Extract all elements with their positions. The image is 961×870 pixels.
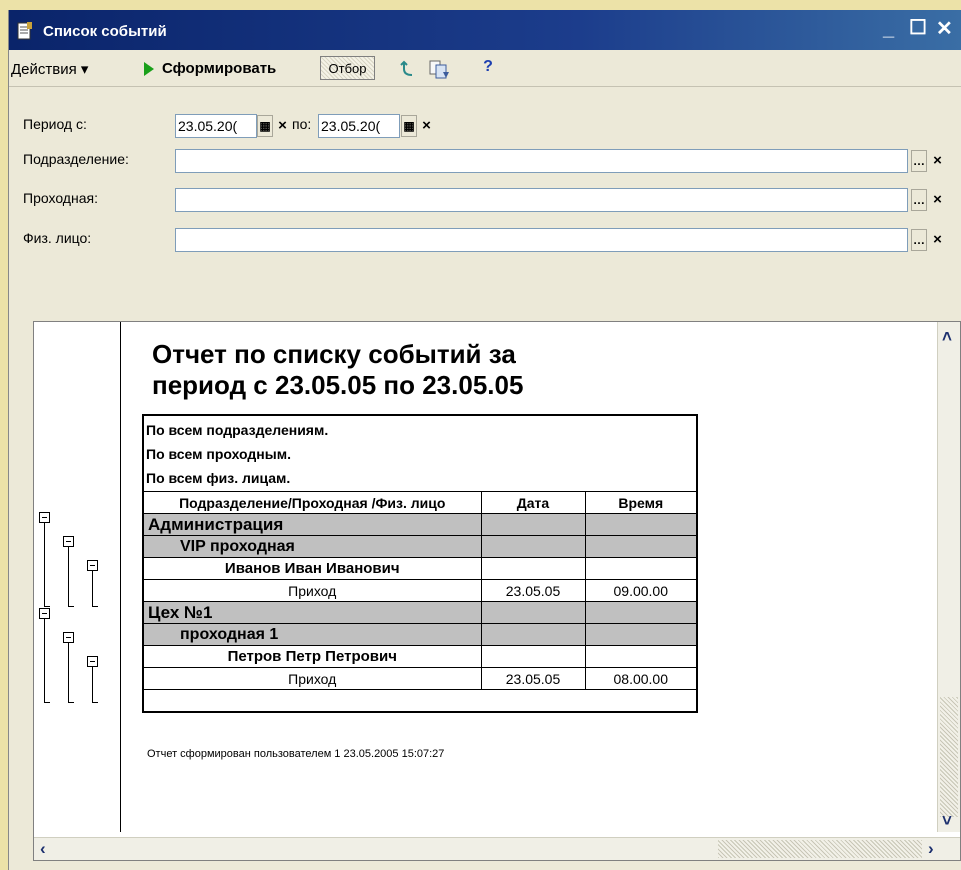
horizontal-scroll-thumb[interactable]	[718, 840, 922, 858]
info-line: По всем подразделениям.	[146, 422, 329, 438]
row-name: Приход	[142, 667, 482, 690]
horizontal-scrollbar[interactable]: ‹ ›	[34, 837, 960, 860]
report-title-line1: Отчет по списку событий за	[152, 339, 516, 369]
row-name: Администрация	[142, 513, 482, 536]
select-checkpoint-button[interactable]: …	[911, 189, 927, 211]
clear-period-from-icon[interactable]: ×	[275, 115, 290, 137]
scroll-left-icon[interactable]: ‹	[40, 840, 46, 858]
grouping-gutter	[34, 322, 121, 832]
period-from-input[interactable]: 23.05.20(	[175, 114, 257, 138]
department-input[interactable]	[175, 149, 908, 173]
row-time	[584, 601, 699, 624]
person-input[interactable]	[175, 228, 908, 252]
close-button[interactable]: ✕	[936, 19, 953, 39]
undo-arrow-icon[interactable]	[400, 60, 416, 78]
vertical-scrollbar[interactable]: ˄ ˅	[937, 322, 960, 832]
toolbar: Действия ▾ Сформировать Отбор ?	[9, 50, 961, 87]
report-title: Отчет по списку событий за период с 23.0…	[152, 339, 523, 401]
scroll-up-icon[interactable]: ˄	[942, 328, 952, 346]
report-footer: Отчет сформирован пользователем 1 23.05.…	[147, 748, 445, 760]
row-time	[584, 623, 699, 646]
row-time: 08.00.00	[584, 667, 699, 690]
collapse-group-icon[interactable]	[87, 560, 98, 571]
department-label: Подразделение:	[23, 151, 129, 167]
table-row[interactable]: Иванов Иван Иванович	[142, 557, 699, 580]
row-name: Иванов Иван Иванович	[142, 557, 482, 580]
row-time	[584, 645, 699, 668]
calendar-icon[interactable]: ▦	[401, 115, 417, 137]
checkpoint-label: Проходная:	[23, 190, 98, 206]
table-row[interactable]: проходная 1	[142, 623, 699, 646]
row-date	[480, 513, 586, 536]
collapse-group-icon[interactable]	[39, 512, 50, 523]
clear-period-to-icon[interactable]: ×	[419, 115, 434, 137]
checkpoint-input[interactable]	[175, 188, 908, 212]
row-date	[480, 557, 586, 580]
period-to-label: по:	[292, 116, 312, 132]
period-to-input[interactable]: 23.05.20(	[318, 114, 400, 138]
play-icon	[144, 62, 154, 76]
collapse-group-icon[interactable]	[63, 632, 74, 643]
window-title: Список событий	[43, 23, 167, 40]
actions-menu[interactable]: Действия ▾	[11, 60, 88, 78]
row-name: проходная 1	[142, 623, 482, 646]
row-time	[584, 557, 699, 580]
column-header: Подразделение/Проходная /Физ. лицо	[142, 491, 482, 514]
row-date	[480, 601, 586, 624]
clear-checkpoint-icon[interactable]: ×	[930, 189, 945, 211]
person-label: Физ. лицо:	[23, 230, 92, 246]
row-date	[480, 623, 586, 646]
info-line: По всем физ. лицам.	[146, 470, 291, 486]
column-header: Дата	[480, 491, 586, 514]
row-time	[584, 535, 699, 558]
minimize-button[interactable]: _	[883, 19, 894, 39]
select-department-button[interactable]: …	[911, 150, 927, 172]
table-row[interactable]: Цех №1	[142, 601, 699, 624]
report-title-line2: период с 23.05.05 по 23.05.05	[152, 370, 524, 400]
collapse-group-icon[interactable]	[39, 608, 50, 619]
generate-button[interactable]: Сформировать	[162, 60, 276, 77]
clear-person-icon[interactable]: ×	[930, 229, 945, 251]
table-row[interactable]: Приход 23.05.05 09.00.00	[142, 579, 699, 602]
row-date	[480, 645, 586, 668]
row-time: 09.00.00	[584, 579, 699, 602]
report-spreadsheet[interactable]: Отчет по списку событий за период с 23.0…	[33, 321, 961, 861]
table-row-empty	[141, 689, 699, 713]
document-icon	[17, 22, 32, 40]
row-date: 23.05.05	[480, 579, 586, 602]
info-line: По всем проходным.	[146, 446, 291, 462]
select-person-button[interactable]: …	[911, 229, 927, 251]
row-name: Петров Петр Петрович	[142, 645, 482, 668]
report-window: Список событий _ ☐ ✕ Действия ▾ Сформиро…	[8, 10, 961, 870]
column-header: Время	[584, 491, 699, 514]
info-block: По всем подразделениям. По всем проходны…	[141, 414, 699, 492]
filter-button[interactable]: Отбор	[320, 56, 375, 80]
row-date	[480, 535, 586, 558]
scroll-down-icon[interactable]: ˅	[942, 812, 952, 830]
table-header: Подразделение/Проходная /Физ. лицо Дата …	[142, 491, 699, 514]
row-time	[584, 513, 699, 536]
title-bar[interactable]: Список событий _ ☐ ✕	[9, 10, 961, 50]
maximize-button[interactable]: ☐	[909, 18, 927, 38]
period-from-label: Период с:	[23, 116, 87, 132]
row-date: 23.05.05	[480, 667, 586, 690]
vertical-scroll-thumb[interactable]	[940, 697, 958, 817]
row-name: Приход	[142, 579, 482, 602]
collapse-group-icon[interactable]	[87, 656, 98, 667]
table-row[interactable]: VIP проходная	[142, 535, 699, 558]
calendar-icon[interactable]: ▦	[257, 115, 273, 137]
collapse-group-icon[interactable]	[63, 536, 74, 547]
help-button[interactable]: ?	[479, 58, 497, 76]
scroll-right-icon[interactable]: ›	[928, 840, 934, 858]
report-table: По всем подразделениям. По всем проходны…	[141, 414, 699, 713]
row-name: Цех №1	[142, 601, 482, 624]
table-row[interactable]: Петров Петр Петрович	[142, 645, 699, 668]
copy-settings-icon[interactable]	[429, 60, 451, 80]
table-row[interactable]: Приход 23.05.05 08.00.00	[142, 667, 699, 690]
table-row[interactable]: Администрация	[142, 513, 699, 536]
clear-department-icon[interactable]: ×	[930, 150, 945, 172]
row-name: VIP проходная	[142, 535, 482, 558]
